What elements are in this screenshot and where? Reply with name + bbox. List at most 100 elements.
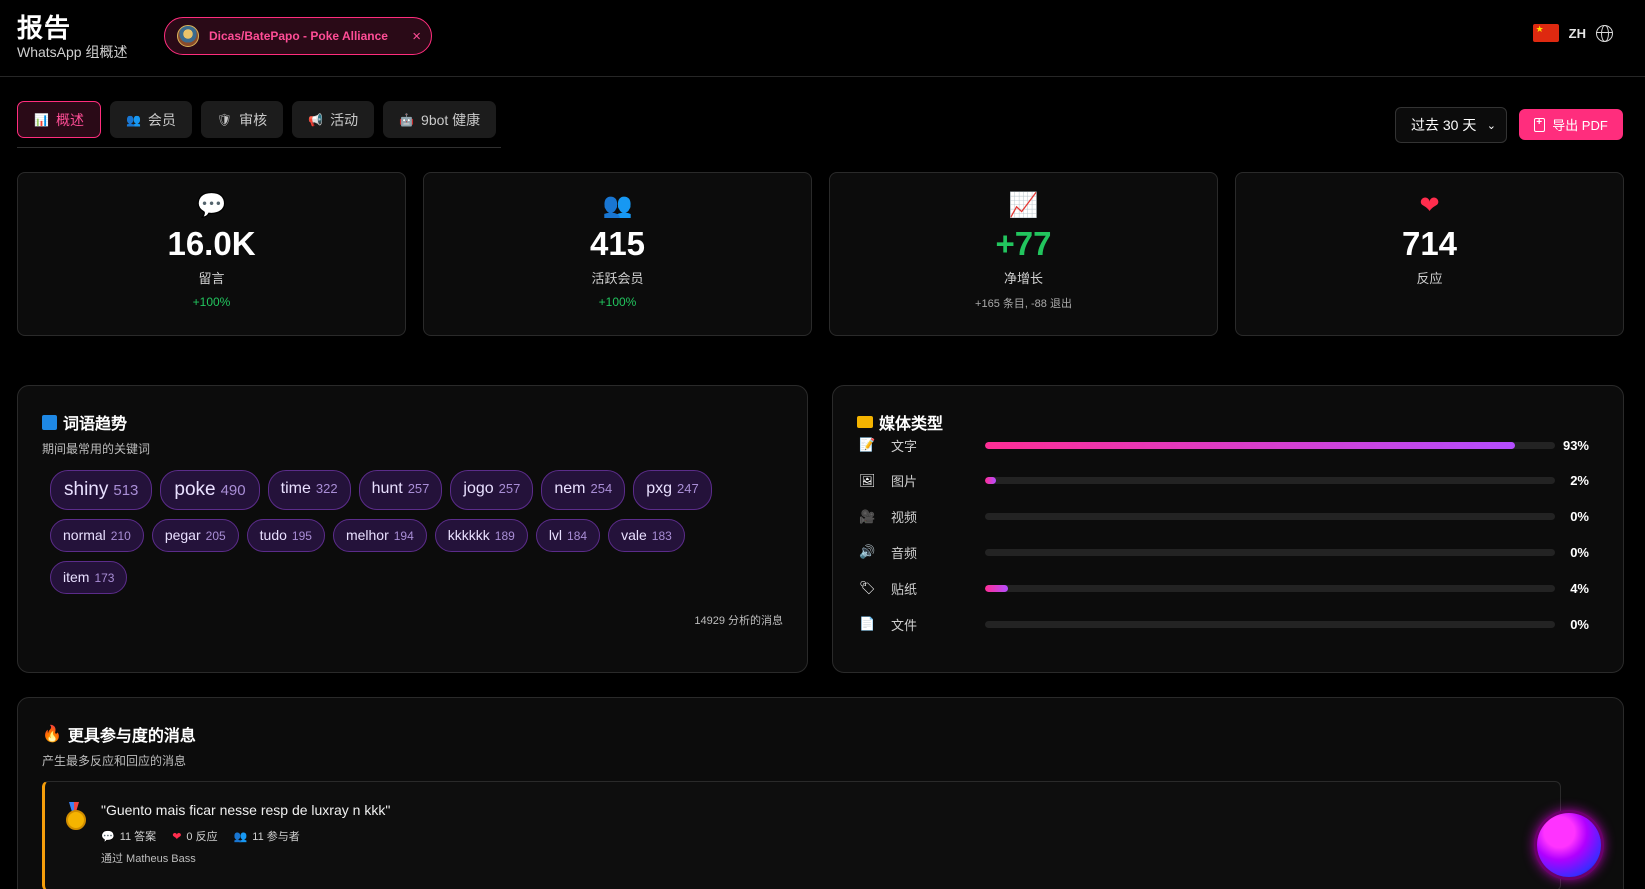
close-icon[interactable]: × [412, 28, 421, 45]
stat-card-net-growth: 📈 +77 净增长 +165 条目, -88 退出 [829, 172, 1218, 336]
tab-members[interactable]: 👥 会员 [109, 101, 192, 138]
assistant-orb-button[interactable] [1537, 813, 1601, 877]
stat-value: 415 [589, 225, 646, 262]
stat-change: +100% [598, 295, 637, 309]
word-chip[interactable]: vale 183 [608, 519, 685, 552]
group-selector-chip[interactable]: Dicas/BatePapo - Poke Alliance × [164, 17, 432, 55]
media-percent: 2% [1570, 473, 1589, 489]
progress-fill [985, 477, 997, 485]
speaker-icon: 🔊 [859, 544, 876, 560]
progress-fill [985, 441, 1516, 449]
word-chip[interactable]: jogo 257 [450, 470, 534, 510]
stat-card-messages: 💬 16.0K 留言 +100% [17, 172, 406, 336]
group-chip-label: Dicas/BatePapo - Poke Alliance [209, 29, 388, 43]
media-row-audio: 🔊 音频 0% [859, 542, 1589, 562]
media-label: 文字 [891, 438, 918, 454]
word-text: pegar [164, 527, 201, 543]
word-chip[interactable]: item 173 [50, 561, 128, 594]
panel-description: 期间最常用的关键词 [42, 442, 151, 456]
picture-icon: 🖼 [859, 472, 876, 488]
word-text: tudo [259, 527, 287, 543]
word-chip[interactable]: kkkkkk 189 [434, 519, 528, 552]
word-chip[interactable]: shiny 513 [50, 470, 153, 510]
word-count: 254 [590, 481, 613, 496]
participants-count: 11 参与者 [252, 831, 300, 843]
analyzed-count: 14929 分析的消息 [694, 615, 783, 627]
export-label: 导出 PDF [1552, 118, 1608, 133]
word-chip[interactable]: normal 210 [50, 519, 144, 552]
word-chip[interactable]: lvl 184 [535, 519, 601, 552]
word-chip[interactable]: tudo 195 [246, 519, 325, 552]
reactions-metric: ❤ 0 反应 [172, 828, 217, 844]
word-chip[interactable]: pxg 247 [633, 470, 712, 510]
chart-icon: 📊 [34, 112, 49, 127]
media-percent: 0% [1570, 544, 1589, 560]
word-count: 513 [113, 482, 139, 499]
period-value: 过去 30 天 [1411, 117, 1477, 133]
globe-icon[interactable] [1596, 24, 1613, 42]
stat-value: +77 [995, 225, 1052, 262]
tab-overview[interactable]: 📊 概述 [17, 101, 101, 138]
tab-moderation[interactable]: 🛡 审核 [200, 101, 284, 138]
tab-label: 概述 [55, 111, 84, 128]
word-text: hunt [371, 480, 403, 497]
word-text: pxg [646, 480, 672, 497]
language-switcher[interactable]: ZH [1532, 24, 1613, 42]
media-label: 音频 [891, 545, 918, 561]
stat-card-active-members: 👥 415 活跃会员 +100% [423, 172, 812, 336]
stat-value: 714 [1401, 225, 1458, 262]
word-count: 194 [393, 529, 414, 543]
file-plus-icon [1534, 117, 1546, 132]
media-label: 文件 [891, 617, 918, 633]
progress-track [985, 441, 1555, 449]
export-pdf-button[interactable]: 导出 PDF [1519, 109, 1623, 140]
speech-bubble-icon: 💬 [101, 831, 115, 843]
word-text: item [63, 569, 90, 585]
word-chip[interactable]: hunt 257 [358, 470, 443, 510]
group-avatar [177, 25, 199, 47]
fire-icon: 🔥 [42, 726, 62, 743]
tab-label: 会员 [147, 111, 176, 128]
stat-breakdown: +165 条目, -88 退出 [975, 298, 1072, 310]
word-count: 322 [315, 481, 338, 496]
progress-track [985, 477, 1555, 485]
tab-bot-health[interactable]: 🤖 9bot 健康 [383, 101, 497, 138]
progress-track [985, 513, 1555, 521]
memo-icon: 📝 [859, 437, 876, 452]
word-text: nem [554, 480, 586, 497]
period-select[interactable]: 过去 30 天 ⌄ [1395, 107, 1507, 143]
word-trends-panel: 词语趋势 期间最常用的关键词 shiny 513 poke 490 time 322 hun… [17, 385, 808, 673]
panel-title-text: 词语趋势 [63, 416, 128, 433]
progress-track [985, 584, 1555, 592]
media-row-image: 🖼 图片 2% [859, 471, 1589, 491]
word-count: 257 [498, 481, 521, 496]
word-chip[interactable]: melhor 194 [332, 519, 427, 552]
word-count: 189 [494, 529, 515, 543]
language-code: ZH [1568, 25, 1586, 41]
video-camera-icon: 🎥 [859, 508, 876, 524]
media-label: 视频 [891, 510, 918, 526]
word-cloud: shiny 513 poke 490 time 322 hunt 257 jogo 257 nem 2… [50, 470, 750, 594]
word-count: 210 [110, 529, 131, 543]
word-count: 173 [94, 571, 115, 585]
panel-title: 媒体类型 [857, 410, 943, 434]
word-count: 184 [567, 529, 588, 543]
trend-up-icon: 📈 [1008, 192, 1039, 219]
tab-activity[interactable]: 📢 活动 [292, 101, 375, 138]
word-chip[interactable]: nem 254 [541, 470, 626, 510]
robot-icon: 🤖 [399, 112, 415, 127]
top-bar: 报告 WhatsApp 组概述 Dicas/BatePapo - Poke Al… [0, 0, 1645, 77]
media-row-video: 🎥 视频 0% [859, 507, 1589, 527]
top-message-card[interactable]: "Guento mais ficar nesse resp de luxray … [42, 781, 1561, 889]
word-chip[interactable]: time 322 [267, 470, 351, 510]
document-icon: 📄 [859, 616, 876, 631]
word-chip[interactable]: poke 490 [160, 470, 260, 510]
stat-value: 16.0K [167, 225, 256, 262]
shield-icon: 🛡 [216, 112, 233, 127]
message-metrics: 💬 11 答案 ❤ 0 反应 👥 11 参与者 [101, 828, 300, 844]
word-text: time [280, 480, 311, 497]
folder-icon [857, 416, 873, 428]
word-text: poke [174, 479, 216, 500]
medal-icon [65, 802, 86, 830]
word-chip[interactable]: pegar 205 [151, 519, 239, 552]
